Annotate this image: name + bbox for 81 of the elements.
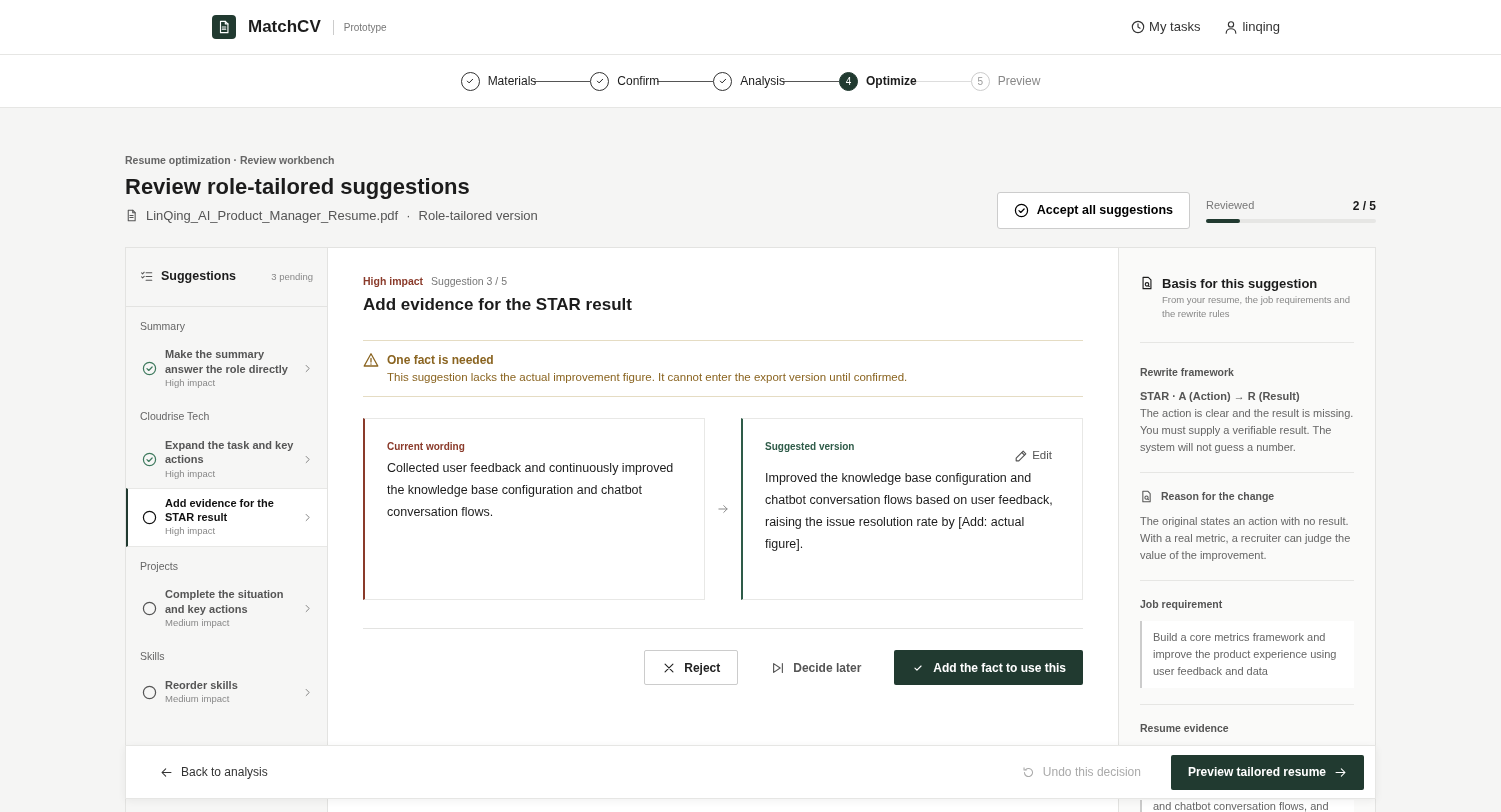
suggestion-counter: Suggestion 3 / 5 [431, 273, 507, 289]
evidence-quote: and chatbot conversation flows, and [1140, 799, 1354, 812]
sidebar-title: Suggestions [161, 268, 236, 286]
progress-step: 4 Optimize [839, 71, 917, 91]
user-menu[interactable]: linqing [1224, 17, 1280, 37]
preview-button[interactable]: Preview tailored resume [1170, 754, 1364, 790]
step-number: 4 [839, 71, 858, 91]
clock-icon [1131, 20, 1146, 34]
check-circle-icon [142, 361, 157, 377]
alert-text: This suggestion lacks the actual improvement figure. It cannot enter the export version until confirmed. [387, 369, 908, 385]
requirement-quote: Build a core metrics framework and improve the product experience using user feedback and data [1140, 620, 1354, 688]
section-label: Reason for the change [1161, 489, 1275, 505]
add-fact-button[interactable]: Add the fact to use this [894, 650, 1083, 686]
group-heading: Summary [139, 318, 186, 334]
alert-title: One fact is needed [387, 351, 495, 369]
progress-label: Reviewed [1206, 198, 1255, 214]
section-label: Rewrite framework [1140, 364, 1235, 380]
panel-title: Basis for this suggestion [1162, 274, 1319, 293]
check-circle-icon [142, 451, 157, 467]
progress-count: 2 / 5 [1352, 198, 1376, 216]
suggestion-item[interactable]: Make the summary answer the role directly High impact [126, 340, 327, 398]
skip-icon [771, 660, 786, 675]
panel-subtitle: From your resume, the job requirements and the rewrite rules [1162, 293, 1351, 322]
arrow-left-icon [160, 765, 173, 779]
progress-step: 5 Preview [970, 71, 1041, 91]
card-label: Current wording [387, 440, 466, 455]
breadcrumb: Resume optimization · Review workbench [125, 153, 336, 168]
document-search-icon [1140, 490, 1153, 504]
chevron-icon [302, 603, 313, 615]
chevron-icon [302, 453, 313, 465]
prototype-label: Prototype [332, 19, 387, 35]
circle-icon [142, 684, 157, 700]
card-text: Collected user feedback and continuously improved the knowledge base configuration and chatbot conversation flows. [387, 460, 675, 521]
pending-count: 3 pending [271, 269, 313, 284]
back-button[interactable]: Back to analysis [154, 762, 274, 782]
arrow-icon [717, 503, 729, 516]
page-title: Review role-tailored suggestions [125, 173, 471, 201]
check-circle-icon [1013, 202, 1029, 218]
framework-formula: STAR · A (Action) → R (Result) [1140, 389, 1301, 405]
progress-step: Confirm [590, 71, 660, 91]
suggestion-item[interactable]: Expand the task and key actions High impact [126, 431, 327, 488]
user-icon [1224, 20, 1239, 34]
logo-icon [212, 15, 236, 39]
decide-later-button[interactable]: Decide later [754, 650, 879, 686]
warning-icon [363, 351, 379, 368]
document-icon [125, 209, 138, 223]
edit-button[interactable]: Edit [1014, 447, 1052, 465]
pencil-icon [1014, 448, 1029, 463]
card-label: Suggested version [765, 440, 855, 455]
version-label: Role-tailored version [418, 207, 538, 226]
separator-dot: · [406, 207, 411, 226]
chevron-icon [302, 363, 313, 375]
group-heading: Cloudrise Tech [139, 409, 211, 425]
suggestion-item[interactable]: Complete the situation and key actions Medium impact [126, 580, 327, 638]
step-number: 5 [970, 71, 990, 91]
chevron-icon [302, 511, 313, 523]
circle-icon [142, 509, 157, 525]
progress-step: Analysis [713, 71, 785, 91]
accept-all-button[interactable]: Accept all suggestions [996, 191, 1190, 229]
group-heading: Projects [139, 558, 179, 574]
group-heading: Skills [139, 649, 166, 665]
suggestion-item[interactable]: Reorder skills Medium impact [126, 671, 327, 714]
section-label: Job requirement [1140, 596, 1224, 612]
undo-icon [1021, 765, 1035, 779]
reject-button[interactable]: Reject [644, 650, 739, 686]
section-text: The action is clear and the result is missing. You must supply a verifiable result. The system will not guess a number. [1140, 405, 1354, 455]
tasks-link[interactable]: My tasks [1131, 17, 1201, 37]
arrow-right-icon [1334, 765, 1347, 779]
suggestion-item[interactable]: Add evidence for the STAR result High impact [126, 487, 327, 547]
progress-step: Materials [460, 71, 537, 91]
circle-icon [142, 601, 157, 617]
document-search-icon [1140, 275, 1154, 290]
impact-label: High impact [363, 273, 424, 289]
section-label: Resume evidence [1140, 720, 1230, 736]
chevron-icon [302, 686, 313, 698]
card-text: Improved the knowledge base configuration and chatbot conversation flows based on user feedback, raising the issue resolution rate by [Add: actual figure]. [765, 470, 1054, 553]
brand-name[interactable]: MatchCV [248, 14, 321, 40]
file-name: LinQing_AI_Product_Manager_Resume.pdf [146, 207, 399, 226]
checklist-icon [140, 270, 153, 284]
section-text: The original states an action with no result. With a real metric, a recruiter can judge the value of the improvement. [1140, 513, 1352, 563]
suggestion-title: Add evidence for the STAR result [363, 295, 633, 316]
